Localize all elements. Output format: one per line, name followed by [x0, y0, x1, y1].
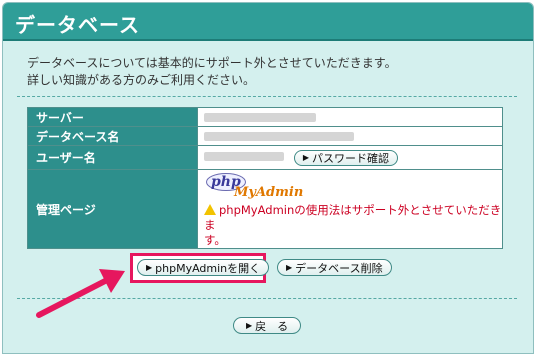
- server-label: サーバー: [27, 107, 198, 127]
- server-value: [197, 107, 503, 127]
- phpmyadmin-logo: php MyAdmin: [204, 173, 303, 203]
- dbname-label: データベース名: [27, 126, 198, 146]
- database-info-table: サーバー データベース名 ユーザー名 ▶ パスワード確認 管理ページ php M…: [27, 107, 503, 249]
- warning-message: phpMyAdminの使用法はサポート外とさせていただきま す。: [204, 203, 502, 248]
- back-label: 戻 る: [255, 319, 289, 333]
- admin-value: php MyAdmin phpMyAdminの使用法はサポート外とさせていただき…: [197, 169, 503, 249]
- delete-database-label: データベース削除: [295, 261, 383, 275]
- admin-label: 管理ページ: [27, 169, 198, 249]
- password-check-button[interactable]: ▶ パスワード確認: [293, 149, 398, 166]
- table-row-dbname: データベース名: [27, 126, 503, 146]
- play-icon: ▶: [286, 263, 293, 272]
- password-check-label: パスワード確認: [311, 151, 389, 165]
- description-line-2: 詳しい知識がある方のみご利用ください。: [27, 73, 256, 87]
- open-phpmyadmin-label: phpMyAdminを開く: [155, 261, 261, 275]
- delete-database-button[interactable]: ▶ データベース削除: [277, 259, 392, 276]
- table-row-server: サーバー: [27, 107, 503, 127]
- open-phpmyadmin-button[interactable]: ▶ phpMyAdminを開く: [137, 259, 270, 276]
- warning-text-1: phpMyAdminの使用法はサポート外とさせていただきま: [204, 203, 502, 232]
- play-icon: ▶: [246, 321, 253, 330]
- warning-icon: [204, 204, 216, 215]
- database-panel: データベース データベースについては基本的にサポート外とさせていただきます。 詳…: [2, 2, 534, 354]
- divider: [17, 96, 517, 97]
- play-icon: ▶: [146, 263, 153, 272]
- annotation-arrow: [36, 269, 125, 318]
- blurred-server-value: [204, 113, 316, 122]
- play-icon: ▶: [302, 153, 309, 163]
- page-title: データベース: [15, 13, 140, 37]
- panel-header: データベース: [3, 3, 533, 41]
- username-label: ユーザー名: [27, 145, 198, 170]
- description-line-1: データベースについては基本的にサポート外とさせていただきます。: [27, 56, 397, 70]
- blurred-username-value: [204, 152, 284, 162]
- blurred-dbname-value: [204, 132, 354, 141]
- table-row-username: ユーザー名 ▶ パスワード確認: [27, 145, 503, 170]
- warning-text-2: す。: [204, 233, 226, 247]
- back-button[interactable]: ▶ 戻 る: [233, 317, 302, 334]
- username-value: ▶ パスワード確認: [197, 145, 503, 170]
- description: データベースについては基本的にサポート外とさせていただきます。 詳しい知識がある…: [27, 55, 507, 89]
- dbname-value: [197, 126, 503, 146]
- table-row-admin: 管理ページ php MyAdmin phpMyAdminの使用法はサポート外とさ…: [27, 169, 503, 249]
